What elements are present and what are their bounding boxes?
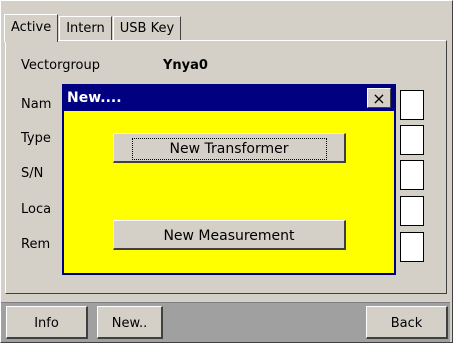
info-button[interactable]: Info xyxy=(6,306,88,339)
location-field[interactable] xyxy=(400,196,424,226)
location-label: Loca xyxy=(21,202,52,217)
close-button[interactable]: × xyxy=(367,88,391,108)
tab-intern[interactable]: Intern xyxy=(59,16,112,41)
tab-bar: Active Intern USB Key xyxy=(4,14,182,42)
dialog-title: New.... xyxy=(64,86,394,111)
sn-field[interactable] xyxy=(400,160,424,190)
vectorgroup-label: Vectorgroup xyxy=(21,58,100,73)
tab-usb-key[interactable]: USB Key xyxy=(112,16,182,41)
remark-field[interactable] xyxy=(400,232,424,262)
new-measurement-button[interactable]: New Measurement xyxy=(113,220,346,250)
new-transformer-label: New Transformer xyxy=(131,138,327,160)
remark-label: Rem xyxy=(21,237,51,252)
vectorgroup-value: Ynya0 xyxy=(163,58,208,73)
type-field[interactable] xyxy=(400,125,424,155)
tab-active[interactable]: Active xyxy=(4,14,59,42)
new-transformer-button[interactable]: New Transformer xyxy=(113,133,346,163)
new-dialog: New.... × New Transformer New Measuremen… xyxy=(62,84,396,275)
app-screen: Active Intern USB Key Vectorgroup Ynya0 … xyxy=(0,0,453,343)
sn-label: S/N xyxy=(21,166,44,181)
type-label: Type xyxy=(21,131,51,146)
name-field[interactable] xyxy=(400,90,424,120)
back-button[interactable]: Back xyxy=(366,306,448,339)
name-label: Nam xyxy=(21,97,52,112)
new-button[interactable]: New.. xyxy=(97,306,163,339)
